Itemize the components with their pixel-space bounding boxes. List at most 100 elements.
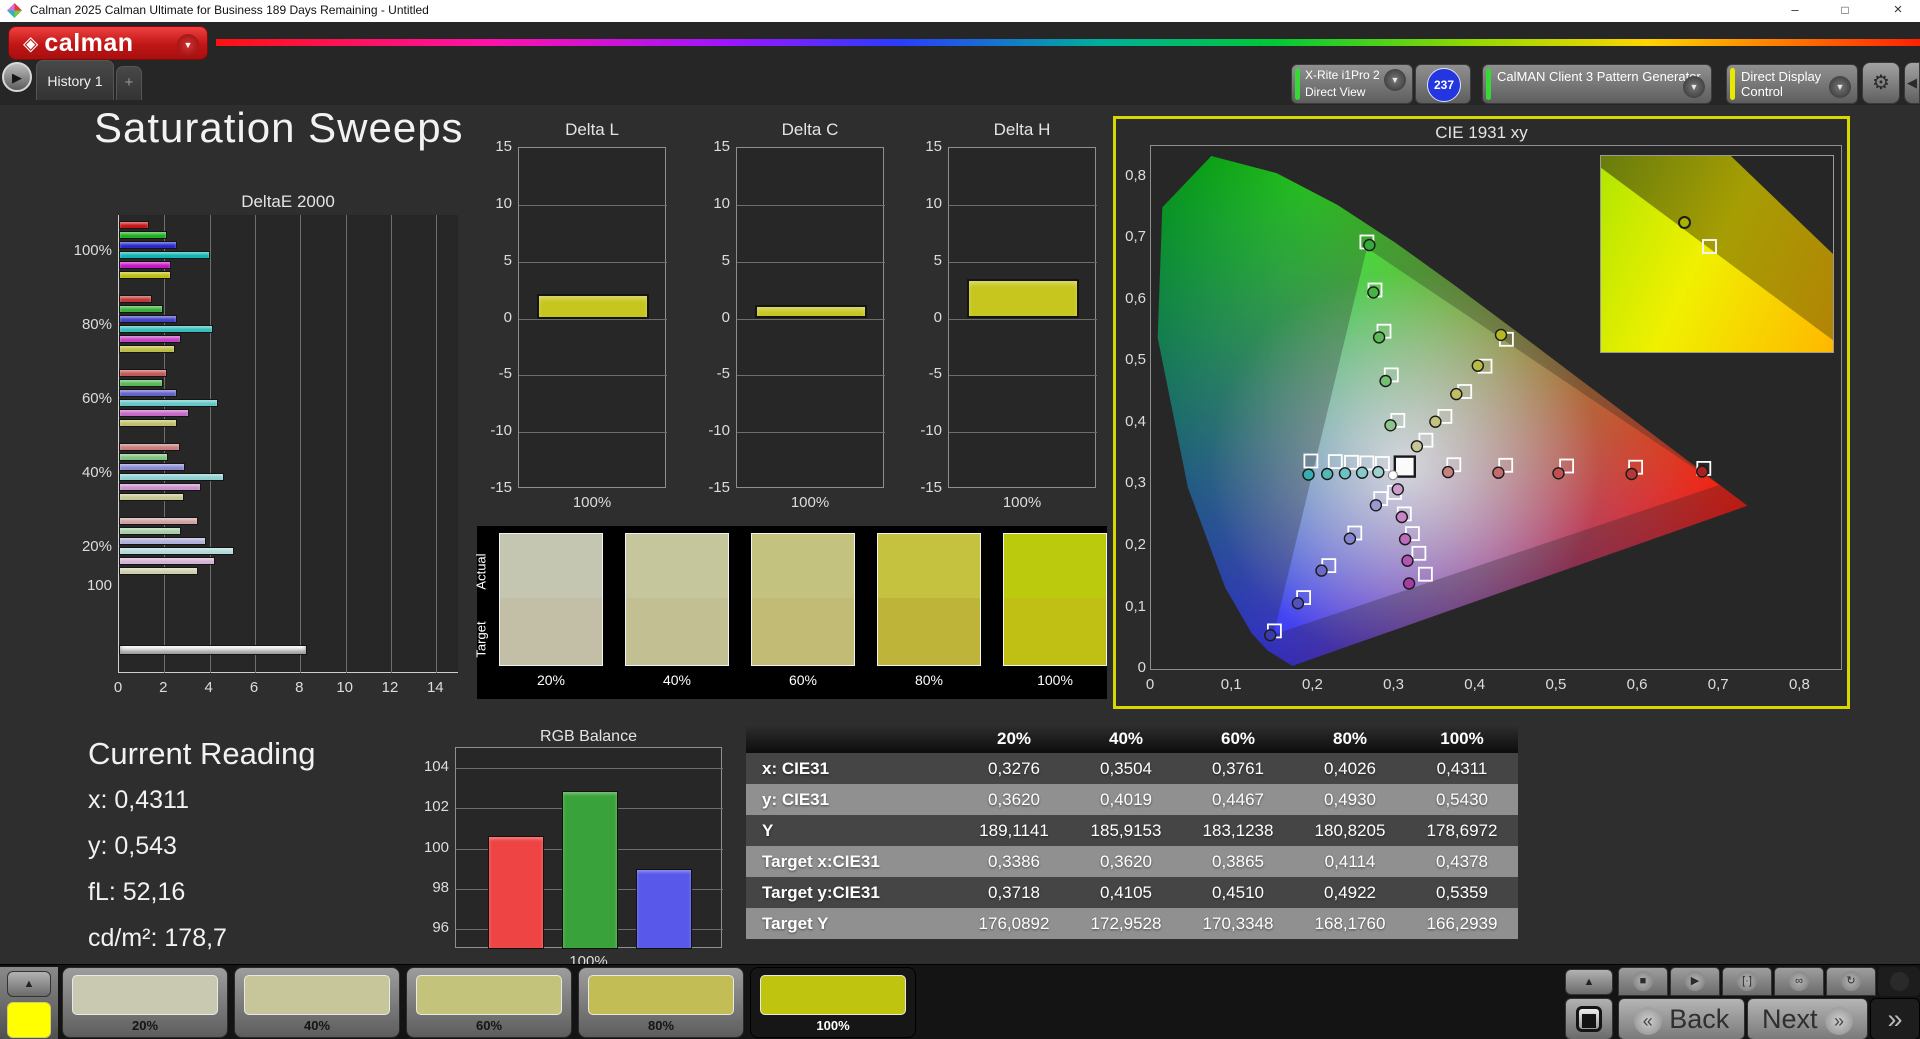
- measure-once-button-icon: [·]: [1737, 971, 1757, 991]
- table-cell: 178,6972: [1426, 820, 1498, 840]
- stop-button[interactable]: ■: [1618, 967, 1668, 996]
- gridline: [345, 215, 347, 673]
- deltae2000-chart[interactable]: DeltaE 2000 0 2 4 6 8 10 12 14 100% 80% 60% 40% 20% 10…: [62, 192, 474, 704]
- table-header-cell: 80%: [1332, 729, 1368, 748]
- rgb-balance-chart[interactable]: RGB Balance 104 102 100 98 96 100%: [400, 728, 732, 970]
- calman-menu-chevron-icon[interactable]: ▼: [177, 34, 199, 56]
- current-reading-cdm2: cd/m²: 178,7: [88, 924, 227, 952]
- tab-history-1[interactable]: History 1: [36, 60, 114, 100]
- y-tick-label: 15: [713, 138, 730, 155]
- table-cell: 176,0892: [978, 913, 1050, 933]
- table-cell: 166,2939: [1426, 913, 1498, 933]
- measured-point-marker: [1429, 415, 1442, 428]
- current-reading-y: y: 0,543: [88, 832, 177, 860]
- calman-menu-button[interactable]: ◈ calman ▼: [8, 26, 208, 60]
- meter-dropdown-chevron-icon[interactable]: ▼: [1384, 69, 1406, 91]
- back-button[interactable]: « Back: [1618, 998, 1745, 1039]
- patch-button-60%[interactable]: 60%: [406, 967, 572, 1038]
- add-tab-button[interactable]: +: [116, 66, 142, 100]
- gridline: [519, 432, 667, 434]
- next-page-button[interactable]: »: [1870, 998, 1920, 1039]
- patch-button-20%[interactable]: 20%: [62, 967, 228, 1038]
- measured-point-marker: [1450, 387, 1463, 401]
- deltae-bar: [119, 409, 190, 417]
- next-button[interactable]: Next »: [1747, 998, 1868, 1039]
- table-header-row: 20% 40% 60% 80% 100%: [746, 725, 1518, 753]
- patch-nav-block: ▲: [0, 967, 58, 1039]
- deltae-bar-white: [119, 645, 308, 655]
- cie-x-tick: 0,2: [1301, 676, 1323, 693]
- deltae-bar: [119, 271, 172, 279]
- measured-point-marker: [1338, 467, 1352, 480]
- measured-point-marker: [1625, 467, 1638, 481]
- minimize-button[interactable]: –: [1778, 0, 1812, 22]
- table-header-cell: 20%: [996, 729, 1032, 748]
- loop-button-icon: ↻: [1841, 971, 1861, 991]
- x-label: 100%: [572, 494, 612, 511]
- spectrum-strip: [216, 39, 1920, 46]
- deltae-bar: [119, 537, 207, 545]
- y-tick-label: -5: [498, 365, 512, 383]
- pattern-generator-chevron-icon[interactable]: ▼: [1683, 76, 1705, 98]
- table-header-cell: 100%: [1440, 729, 1484, 748]
- x-label: 100%: [1002, 494, 1042, 511]
- meter-dropdown[interactable]: X-Rite i1Pro 2 Direct View ▼: [1291, 64, 1413, 104]
- table-cell: 0,4311: [1436, 758, 1488, 778]
- collapse-panel-button[interactable]: ◀: [1904, 62, 1920, 104]
- cie-y-tick: 0,7: [1125, 228, 1146, 246]
- measure-once-button[interactable]: [·]: [1722, 967, 1772, 996]
- cie1931-panel[interactable]: CIE 1931 xy 0 0,1 0,2 0,3 0,4 0,5 0,6 0,7 0,8 0 0,…: [1113, 116, 1850, 709]
- display-control-chevron-icon[interactable]: ▼: [1829, 76, 1851, 98]
- table-cell: 185,9153: [1090, 820, 1162, 840]
- table-row-label: Target x:CIE31: [762, 851, 880, 871]
- patch-list-expand-button[interactable]: ▲: [7, 971, 51, 997]
- restore-button[interactable]: □: [1828, 0, 1862, 22]
- close-button[interactable]: ×: [1881, 0, 1915, 22]
- settings-button[interactable]: ⚙: [1862, 62, 1900, 104]
- y-tick-label: -10: [708, 422, 730, 440]
- measured-point-marker: [1441, 465, 1455, 479]
- play-button[interactable]: ▶: [1670, 967, 1720, 996]
- pattern-window-button[interactable]: [1565, 998, 1613, 1039]
- delta-h-chart[interactable]: Delta H 15 10 5 0 -5 -10 -15 100%: [890, 118, 1102, 511]
- y-tick-label: 98: [432, 878, 449, 896]
- results-table[interactable]: 20% 40% 60% 80% 100% x: CIE31 0,3276 0,3504 0,37…: [746, 725, 1518, 939]
- y-tick-label: 0: [933, 308, 942, 326]
- measured-point-marker: [1343, 532, 1357, 545]
- delta-l-chart[interactable]: Delta L 15 10 5 0 -5 -10 -15 100%: [460, 118, 672, 511]
- y-tick-label: -10: [490, 422, 512, 440]
- patch-button-label: 40%: [303, 1018, 331, 1033]
- transport-expand-button[interactable]: ▲: [1565, 969, 1613, 995]
- patch-button-100%[interactable]: 100%: [750, 967, 916, 1038]
- deltae-bar: [119, 335, 182, 343]
- rgb-bar-green: [562, 791, 618, 949]
- actual-swatch: [1004, 534, 1106, 598]
- y-tick-label: -5: [928, 365, 942, 383]
- y-tick-label: -15: [920, 479, 942, 496]
- y-tick-label: 100: [423, 838, 449, 856]
- pattern-generator-dropdown[interactable]: CalMAN Client 3 Pattern Generator ▼: [1482, 64, 1712, 104]
- delta-c-chart[interactable]: Delta C 15 10 5 0 -5 -10 -15 100%: [678, 118, 890, 511]
- patch-button-swatch: [72, 975, 218, 1015]
- patch-button-40%[interactable]: 40%: [234, 967, 400, 1038]
- patch-swatch: [1003, 533, 1107, 666]
- actual-row-label: Actual: [473, 553, 489, 590]
- continuous-measure-button[interactable]: ∞: [1774, 967, 1824, 996]
- patch-button-80%[interactable]: 80%: [578, 967, 744, 1038]
- delta_l-bar: [537, 293, 649, 319]
- table-cell: 0,4378: [1436, 851, 1488, 871]
- actual-swatch: [626, 534, 728, 598]
- history-nav-button[interactable]: ▶: [2, 62, 32, 92]
- patch-compare-panel[interactable]: Actual Target 20% 40% 60% 80% 100%: [473, 526, 1107, 699]
- table-cell: 0,4467: [1212, 789, 1264, 809]
- table-cell: 183,1238: [1202, 820, 1274, 840]
- display-control-dropdown[interactable]: Direct Display Control ▼: [1726, 64, 1858, 104]
- patch-swatch: [751, 533, 855, 666]
- current-reading-fl: fL: 52,16: [88, 878, 186, 906]
- measured-point-marker: [1494, 328, 1508, 342]
- table-row: Y 189,1141 185,9153 183,1238 180,8205 178,697…: [746, 815, 1518, 846]
- delta_c-bar: [755, 304, 867, 319]
- rgb-bar-red: [488, 836, 544, 949]
- loop-button[interactable]: ↻: [1826, 967, 1876, 996]
- measured-point-marker: [1401, 554, 1414, 567]
